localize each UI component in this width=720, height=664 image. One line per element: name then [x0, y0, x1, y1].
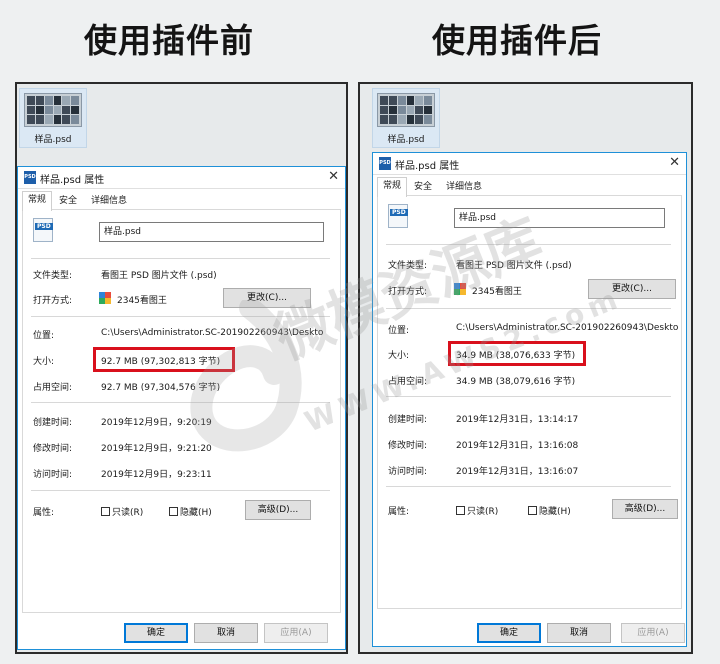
location-label: 位置: [33, 331, 55, 341]
created-value: 2019年12月9日，9:20:19 [101, 418, 212, 428]
size-highlight-box [448, 341, 586, 366]
properties-dialog: PSD 样品.psd 属性 ✕ 常规 安全 详细信息 PSD 样品.psd 文件… [372, 152, 687, 647]
title-bar: PSD 样品.psd 属性 ✕ [373, 153, 686, 175]
file-type-label: 文件类型: [33, 271, 73, 281]
checkbox-icon [169, 507, 178, 516]
accessed-label: 访问时间: [388, 467, 428, 477]
modified-value: 2019年12月9日，9:21:20 [101, 444, 212, 454]
psd-file-icon: PSD [24, 171, 36, 184]
size-on-disk-label: 占用空间: [388, 377, 428, 387]
tab-security[interactable]: 安全 [409, 179, 437, 196]
psd-file-icon: PSD [33, 218, 53, 242]
size-on-disk-label: 占用空间: [33, 383, 73, 393]
open-with-label: 打开方式: [388, 287, 428, 297]
size-on-disk-value: 34.9 MB (38,079,616 字节) [456, 377, 576, 387]
cancel-button[interactable]: 取消 [194, 623, 258, 643]
heading-after: 使用插件后 [432, 21, 602, 60]
tab-general[interactable]: 常规 [22, 191, 52, 211]
image-preview-icon [24, 93, 82, 127]
psd-file-icon: PSD [388, 204, 408, 228]
open-with-value: 2345看图王 [117, 296, 167, 306]
thumbnail-label: 样品.psd [34, 135, 72, 145]
accessed-label: 访问时间: [33, 470, 73, 480]
app-icon [99, 292, 111, 304]
thumbnail-label: 样品.psd [387, 135, 425, 145]
size-on-disk-value: 92.7 MB (97,304,576 字节) [101, 383, 221, 393]
checkbox-icon [456, 506, 465, 515]
ok-button[interactable]: 确定 [124, 623, 188, 643]
apply-button[interactable]: 应用(A) [264, 623, 328, 643]
dialog-title: 样品.psd 属性 [40, 175, 105, 186]
open-with-value: 2345看图王 [472, 287, 522, 297]
modified-value: 2019年12月31日，13:16:08 [456, 441, 579, 451]
divider [386, 244, 671, 245]
properties-dialog: PSD 样品.psd 属性 ✕ 常规 安全 详细信息 PSD 样品.psd 文件… [17, 166, 346, 650]
readonly-checkbox[interactable]: 只读(R) [101, 505, 143, 518]
divider [386, 308, 671, 309]
modified-label: 修改时间: [388, 441, 428, 451]
created-label: 创建时间: [388, 415, 428, 425]
ok-button[interactable]: 确定 [477, 623, 541, 643]
divider [31, 402, 330, 403]
advanced-button[interactable]: 高级(D)... [612, 499, 678, 519]
location-label: 位置: [388, 326, 410, 336]
tab-details[interactable]: 详细信息 [84, 193, 134, 210]
attributes-label: 属性: [33, 508, 55, 518]
general-tab-content: PSD 样品.psd 文件类型: 看图王 PSD 图片文件 (.psd) 打开方… [377, 195, 682, 609]
psd-file-icon: PSD [379, 157, 391, 170]
file-type-value: 看图王 PSD 图片文件 (.psd) [101, 271, 217, 281]
location-value: C:\Users\Administrator.SC-201902260943\D… [456, 323, 679, 333]
general-tab-content: PSD 样品.psd 文件类型: 看图王 PSD 图片文件 (.psd) 打开方… [22, 209, 341, 613]
image-preview-icon [377, 93, 435, 127]
advanced-button[interactable]: 高级(D)... [245, 500, 311, 520]
size-label: 大小: [388, 351, 410, 361]
close-icon[interactable]: ✕ [328, 169, 339, 184]
open-with-label: 打开方式: [33, 296, 73, 306]
tab-general[interactable]: 常规 [377, 177, 407, 197]
apply-button[interactable]: 应用(A) [621, 623, 685, 643]
divider [31, 258, 330, 259]
file-name-field[interactable]: 样品.psd [99, 222, 324, 242]
dialog-title: 样品.psd 属性 [395, 161, 460, 172]
tab-details[interactable]: 详细信息 [439, 179, 489, 196]
file-type-value: 看图王 PSD 图片文件 (.psd) [456, 261, 572, 271]
modified-label: 修改时间: [33, 444, 73, 454]
file-thumbnail[interactable]: 样品.psd [372, 88, 440, 148]
hidden-checkbox[interactable]: 隐藏(H) [169, 505, 212, 518]
accessed-value: 2019年12月9日，9:23:11 [101, 470, 212, 480]
attributes-label: 属性: [388, 507, 410, 517]
size-highlight-box [93, 347, 235, 372]
checkbox-icon [101, 507, 110, 516]
created-value: 2019年12月31日，13:14:17 [456, 415, 579, 425]
divider [31, 490, 330, 491]
panel-before: 样品.psd PSD 样品.psd 属性 ✕ 常规 安全 详细信息 PSD 样品… [15, 82, 348, 654]
file-thumbnail[interactable]: 样品.psd [19, 88, 87, 148]
divider [31, 316, 330, 317]
title-bar: PSD 样品.psd 属性 ✕ [18, 167, 345, 189]
accessed-value: 2019年12月31日，13:16:07 [456, 467, 579, 477]
readonly-checkbox[interactable]: 只读(R) [456, 504, 498, 517]
app-icon [454, 283, 466, 295]
file-type-label: 文件类型: [388, 261, 428, 271]
tab-security[interactable]: 安全 [54, 193, 82, 210]
close-icon[interactable]: ✕ [669, 155, 680, 170]
divider [386, 396, 671, 397]
divider [386, 486, 671, 487]
created-label: 创建时间: [33, 418, 73, 428]
checkbox-icon [528, 506, 537, 515]
file-name-field[interactable]: 样品.psd [454, 208, 665, 228]
hidden-checkbox[interactable]: 隐藏(H) [528, 504, 571, 517]
location-value: C:\Users\Administrator.SC-201902260943\D… [101, 328, 324, 338]
heading-before: 使用插件前 [84, 21, 254, 60]
panel-after: 样品.psd PSD 样品.psd 属性 ✕ 常规 安全 详细信息 PSD 样品… [358, 82, 693, 654]
change-button[interactable]: 更改(C)... [588, 279, 676, 299]
change-button[interactable]: 更改(C)... [223, 288, 311, 308]
size-label: 大小: [33, 357, 55, 367]
cancel-button[interactable]: 取消 [547, 623, 611, 643]
